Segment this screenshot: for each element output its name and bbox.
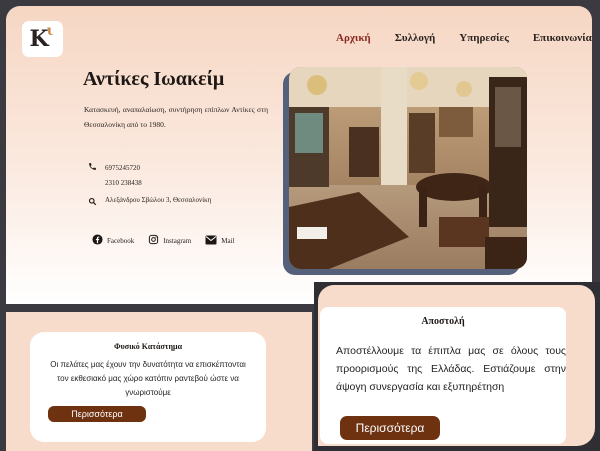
store-card-title: Φυσικό Κατάστημα [113,342,183,351]
nav-item-contact[interactable]: Επικοινωνία [533,32,592,44]
phone-number-landline[interactable]: 2310 238438 [105,176,142,191]
social-links: Facebook Instagram Mail [92,234,234,247]
phone-contact: 6975245720 2310 238438 [87,161,142,191]
shipping-card-title: Αποστολή [421,316,465,327]
address-contact: Αλεξάνδρου Σβώλου 3, Θεσσαλονίκη [87,196,211,206]
hero-description: Κατασκευή, αναπαλαίωση, συντήρηση επίπλω… [84,105,268,129]
hero-section: Kι Αρχική Συλλογή Υπηρεσίες Επικοινωνία … [6,6,592,304]
shipping-more-button[interactable]: Περισσότερα [340,416,440,440]
facebook-icon [92,234,103,247]
store-card-text: Οι πελάτες μας έχουν την δυνατότητα να ε… [50,360,246,397]
search-icon [87,196,97,206]
mail-link[interactable]: Mail [205,234,234,247]
mail-icon [205,235,217,247]
mail-label: Mail [221,236,235,245]
instagram-label: Instagram [163,236,192,245]
instagram-icon [148,234,159,247]
logo-mark: ι [46,23,54,39]
nav-item-services[interactable]: Υπηρεσίες [459,32,509,44]
address-text[interactable]: Αλεξάνδρου Σβώλου 3, Θεσσαλονίκη [105,196,211,204]
store-card: Φυσικό Κατάστημα Οι πελάτες μας έχουν τη… [30,332,266,442]
phone-number-mobile[interactable]: 6975245720 [105,161,142,176]
instagram-link[interactable]: Instagram [148,234,191,247]
facebook-label: Facebook [107,236,135,245]
phone-icon [87,161,97,171]
facebook-link[interactable]: Facebook [92,234,134,247]
nav-item-collection[interactable]: Συλλογή [395,32,436,44]
main-nav: Αρχική Συλλογή Υπηρεσίες Επικοινωνία [336,32,592,44]
page-title: Αντίκες Ιωακείμ [83,68,225,90]
shop-interior-photo [289,67,527,269]
site-logo[interactable]: Kι [22,21,63,57]
store-more-button[interactable]: Περισσότερα [48,406,146,422]
shipping-card-text: Αποστέλλουμε τα έπιπλα μας σε όλους τους… [336,345,566,393]
nav-item-home[interactable]: Αρχική [336,32,371,44]
